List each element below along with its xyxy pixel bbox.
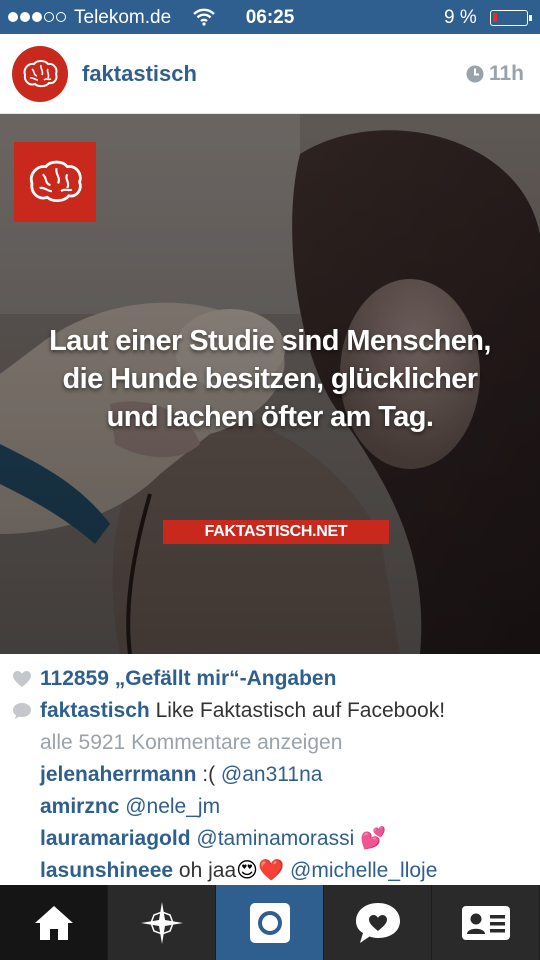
post-header: faktastisch 11h <box>0 34 540 114</box>
brain-icon <box>29 160 82 202</box>
brand-logo <box>14 142 96 222</box>
status-bar: Telekom.de 06:25 9 % <box>0 0 540 34</box>
fact-quote: Laut einer Studie sind Menschen, die Hun… <box>0 322 540 436</box>
tab-camera[interactable] <box>216 885 324 960</box>
comment-mention[interactable]: @an311na <box>221 763 323 786</box>
quote-line: Laut einer Studie sind Menschen, <box>49 325 491 357</box>
star-icon <box>140 901 183 944</box>
heart-icon[interactable] <box>12 670 32 688</box>
home-icon <box>34 905 73 940</box>
view-all-comments-link[interactable]: alle 5921 Kommentare anzeigen <box>40 730 342 756</box>
tab-explore[interactable] <box>108 885 216 960</box>
comment-mention[interactable]: @michelle_lloje <box>290 859 437 882</box>
comment-user[interactable]: lauramariagold <box>40 827 191 850</box>
comment-user[interactable]: amirznc <box>40 795 119 818</box>
caption-author[interactable]: faktastisch <box>40 699 150 722</box>
brain-icon <box>23 60 58 88</box>
clock-icon <box>466 65 484 83</box>
comment-user[interactable]: lasunshineee <box>40 859 173 882</box>
comment-text: :( <box>202 763 221 786</box>
tab-profile[interactable] <box>432 885 540 960</box>
profile-card-icon <box>461 905 510 940</box>
comment-mention[interactable]: @nele_jm <box>125 795 220 818</box>
tab-activity[interactable] <box>324 885 432 960</box>
comment-row: amirznc @nele_jm <box>40 794 220 820</box>
heart-eyes-emoji: 😍❤️ <box>236 859 285 882</box>
comment-row: lasunshineee oh jaa😍❤️ @michelle_lloje <box>40 858 437 884</box>
heart-bubble-icon <box>355 902 400 943</box>
caption-text: Like Faktastisch auf Facebook! <box>155 699 446 722</box>
post-photo[interactable]: Laut einer Studie sind Menschen, die Hun… <box>0 114 540 654</box>
tab-home[interactable] <box>0 885 108 960</box>
sparkling-hearts-emoji: 💕 <box>360 827 387 850</box>
avatar[interactable] <box>12 46 68 102</box>
post-time-text: 11h <box>488 62 524 85</box>
comment-mention[interactable]: @taminamorassi <box>196 827 354 850</box>
quote-line: die Hunde besitzen, glücklicher <box>62 363 478 395</box>
bottom-tab-bar <box>0 885 540 960</box>
view-all-comments-text: alle 5921 Kommentare anzeigen <box>40 731 343 754</box>
battery-percentage: 9 % <box>444 7 477 28</box>
comment-text: oh jaa <box>178 859 237 882</box>
quote-line: und lachen öfter am Tag. <box>106 401 434 433</box>
caption-row: faktastisch Like Faktastisch auf Faceboo… <box>40 698 445 724</box>
battery-icon <box>490 10 532 26</box>
source-badge: FAKTASTISCH.NET <box>163 520 389 544</box>
likes-count[interactable]: 112859 „Gefällt mir“-Angaben <box>40 666 336 692</box>
post-caption-area: 112859 „Gefällt mir“-Angaben faktastisch… <box>0 654 540 885</box>
comment-row: jelenaherrmann :( @an311na <box>40 762 322 788</box>
post-timestamp: 11h <box>465 62 524 86</box>
post-username[interactable]: faktastisch <box>82 61 197 87</box>
comment-row: lauramariagold @taminamorassi 💕 <box>40 826 386 852</box>
comment-bubble-icon <box>13 703 31 719</box>
comment-user[interactable]: jelenaherrmann <box>40 763 196 786</box>
likes-text: 112859 „Gefällt mir“-Angaben <box>40 667 337 690</box>
camera-icon <box>249 902 290 943</box>
